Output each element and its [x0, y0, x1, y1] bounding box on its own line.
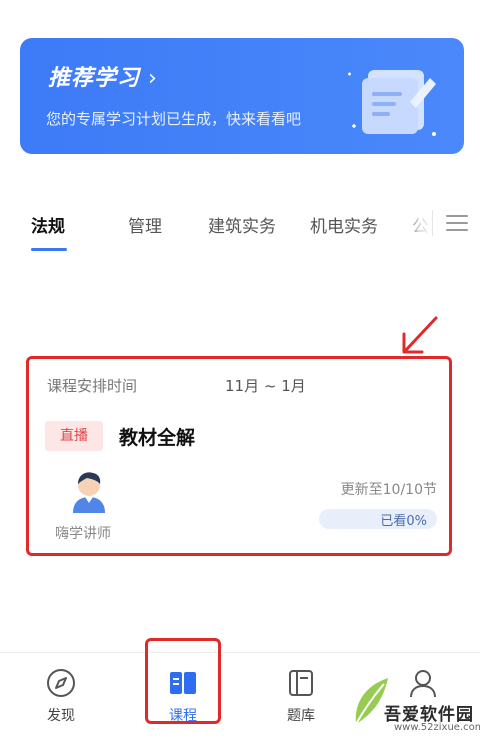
annotation-arrow-icon: [402, 316, 438, 354]
nav-discover[interactable]: 发现: [16, 653, 106, 739]
watch-progress-text: 已看0%: [380, 514, 427, 529]
banner-title: 推荐学习 ›: [48, 60, 158, 92]
watermark: 吾爱软件园 www.52zixue.com: [350, 660, 480, 736]
schedule-value: 11月 ~ 1月: [225, 377, 306, 395]
nav-label-discover: 发现: [47, 708, 75, 724]
subject-tabs: 法规 管理 建筑实务 机电实务 公: [0, 190, 480, 262]
recommend-study-banner[interactable]: 推荐学习 › 您的专属学习计划已生成，快来看看吧: [20, 38, 464, 154]
tab-jianzhu-shiwu[interactable]: 建筑实务: [208, 212, 276, 237]
annotation-highlight-box: [145, 638, 221, 724]
tab-fagui[interactable]: 法规: [31, 212, 65, 237]
watermark-url: www.52zixue.com: [394, 722, 480, 733]
banner-subtitle: 您的专属学习计划已生成，快来看看吧: [46, 110, 302, 128]
teacher-name: 嗨学讲师: [55, 526, 111, 542]
tab-jidian-shiwu[interactable]: 机电实务: [310, 212, 378, 237]
teacher-avatar-icon: [73, 472, 105, 513]
banner-title-text: 推荐学习: [48, 66, 141, 91]
schedule-label: 课程安排时间: [47, 377, 138, 395]
tab-divider: [432, 210, 433, 236]
watch-progress-bar: 已看0%: [319, 509, 437, 529]
live-badge: 直播: [45, 421, 103, 451]
chevron-right-icon: ›: [148, 66, 158, 91]
tab-guanli[interactable]: 管理: [128, 212, 162, 237]
nav-label-question-bank: 题库: [287, 708, 315, 724]
question-bank-icon: [289, 670, 313, 696]
compass-icon: [47, 669, 75, 697]
active-tab-indicator: [31, 248, 67, 251]
course-card[interactable]: 课程安排时间 11月 ~ 1月 直播 教材全解 嗨学讲师 更新至10/10节 已…: [26, 356, 452, 556]
course-title: 教材全解: [119, 427, 196, 449]
study-plan-illustration-icon: [348, 70, 436, 136]
menu-icon[interactable]: [446, 214, 468, 232]
update-status: 更新至10/10节: [340, 482, 437, 498]
nav-question-bank[interactable]: 题库: [256, 653, 346, 739]
tab-fade: [408, 204, 432, 242]
